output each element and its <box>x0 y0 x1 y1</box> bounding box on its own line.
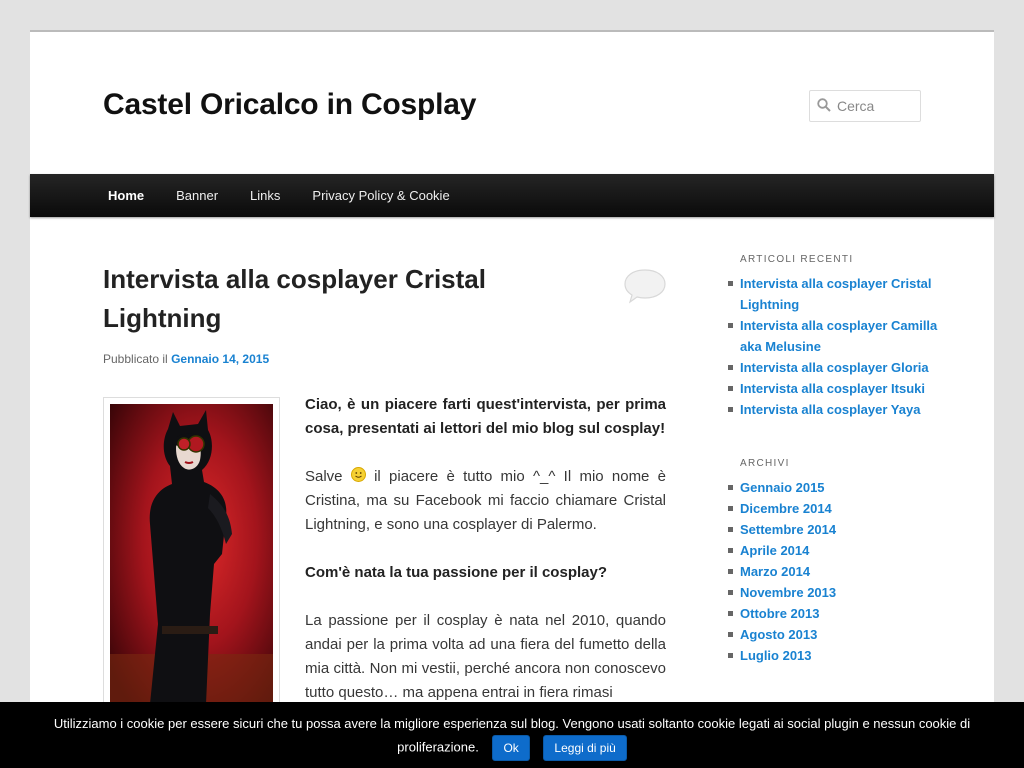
archive-link[interactable]: Ottobre 2013 <box>728 603 940 624</box>
recent-post-link[interactable]: Intervista alla cosplayer Cristal Lightn… <box>728 273 940 315</box>
archive-link[interactable]: Dicembre 2014 <box>728 498 940 519</box>
archive-link[interactable]: Gennaio 2015 <box>728 477 940 498</box>
post-body: Ciao, è un piacere farti quest'intervist… <box>305 393 666 729</box>
nav-item-links[interactable]: Links <box>234 174 296 217</box>
search-box[interactable] <box>809 90 921 122</box>
post-date-link[interactable]: Gennaio 14, 2015 <box>171 352 269 366</box>
cookie-banner: Utilizziamo i cookie per essere sicuri c… <box>0 702 1024 768</box>
answer-2: La passione per il cosplay è nata nel 20… <box>305 612 666 701</box>
nav-item-banner[interactable]: Banner <box>160 174 234 217</box>
question-1: Ciao, è un piacere farti quest'intervist… <box>305 396 666 437</box>
cosplay-photo <box>110 404 273 704</box>
search-input[interactable] <box>837 96 917 116</box>
archives-widget: Archivi Gennaio 2015 Dicembre 2014 Sette… <box>728 458 940 666</box>
post-meta: Pubblicato il Gennaio 14, 2015 <box>103 352 666 366</box>
cookie-message-wrap: Utilizziamo i cookie per essere sicuri c… <box>40 713 984 761</box>
archive-link[interactable]: Luglio 2013 <box>728 645 940 666</box>
post-content: Intervista alla cosplayer Cristal Lightn… <box>103 260 668 717</box>
recent-post-link[interactable]: Intervista alla cosplayer Itsuki <box>728 378 940 399</box>
recent-posts-title: Articoli recenti <box>740 254 854 265</box>
nav-item-home[interactable]: Home <box>92 174 160 217</box>
search-icon <box>817 98 831 112</box>
archive-link[interactable]: Settembre 2014 <box>728 519 940 540</box>
main-nav: Home Banner Links Privacy Policy & Cooki… <box>30 174 994 217</box>
archive-link[interactable]: Aprile 2014 <box>728 540 940 561</box>
sidebar: Articoli recenti Intervista alla cosplay… <box>728 254 940 704</box>
smiley-icon <box>350 467 366 482</box>
archives-title: Archivi <box>740 458 790 469</box>
recent-posts-widget: Articoli recenti Intervista alla cosplay… <box>728 254 940 420</box>
cookie-more-button[interactable]: Leggi di più <box>543 735 627 761</box>
comment-bubble-icon[interactable] <box>622 268 668 304</box>
archive-link[interactable]: Novembre 2013 <box>728 582 940 603</box>
recent-post-link[interactable]: Intervista alla cosplayer Camilla aka Me… <box>728 315 940 357</box>
meta-prefix: Pubblicato il <box>103 352 168 366</box>
recent-post-link[interactable]: Intervista alla cosplayer Gloria <box>728 357 940 378</box>
answer-1: Salve il piacere è tutto mio ^_^ Il mio … <box>305 467 667 533</box>
post-image[interactable] <box>103 397 280 717</box>
site-title[interactable]: Castel Oricalco in Cosplay <box>103 88 476 122</box>
archive-link[interactable]: Agosto 2013 <box>728 624 940 645</box>
post-title[interactable]: Intervista alla cosplayer Cristal Lightn… <box>103 260 503 338</box>
page-container: Castel Oricalco in Cosplay Home Banner L… <box>30 30 994 768</box>
nav-item-privacy[interactable]: Privacy Policy & Cookie <box>296 174 465 217</box>
question-2: Com'è nata la tua passione per il cospla… <box>305 564 607 581</box>
recent-post-link[interactable]: Intervista alla cosplayer Yaya <box>728 399 940 420</box>
archive-link[interactable]: Marzo 2014 <box>728 561 940 582</box>
cookie-ok-button[interactable]: Ok <box>492 735 530 761</box>
